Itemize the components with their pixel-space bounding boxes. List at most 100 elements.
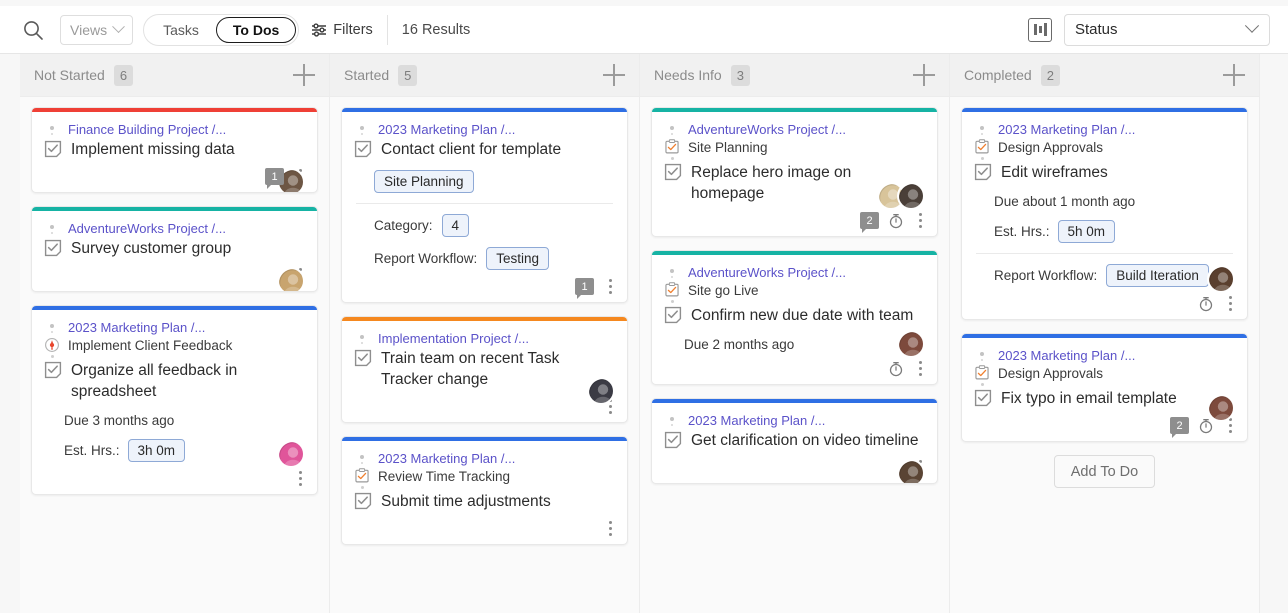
todo-card[interactable]: Implementation Project /... Train team on… xyxy=(341,316,628,423)
card-menu-icon[interactable] xyxy=(913,360,927,378)
todo-card[interactable]: Finance Building Project /... Implement m… xyxy=(31,107,318,193)
board-view-icon[interactable] xyxy=(1028,17,1052,42)
todo-card[interactable]: 2023 Marketing Plan /... Contact client f… xyxy=(341,107,628,303)
due-date-row: Due 2 months ago xyxy=(684,337,925,352)
assignee-avatars xyxy=(587,377,615,405)
comment-count-badge[interactable]: 2 xyxy=(1170,417,1189,438)
todo-checkbox-icon[interactable] xyxy=(664,163,682,181)
todo-checkbox-icon[interactable] xyxy=(354,140,372,158)
card-footer: 2 xyxy=(652,212,937,236)
todo-checkbox-icon[interactable] xyxy=(44,140,62,158)
project-breadcrumb-link[interactable]: 2023 Marketing Plan /... xyxy=(688,412,825,428)
hierarchy-dot-icon xyxy=(974,157,990,160)
avatar[interactable] xyxy=(277,267,305,291)
project-breadcrumb-link[interactable]: 2023 Marketing Plan /... xyxy=(68,319,205,335)
avatar[interactable] xyxy=(277,440,305,468)
card-menu-icon[interactable] xyxy=(1223,295,1237,313)
timer-icon[interactable] xyxy=(1198,296,1214,312)
card-menu-icon[interactable] xyxy=(293,470,307,488)
todo-checkbox-icon[interactable] xyxy=(44,361,62,379)
hierarchy-dots-icon xyxy=(664,412,680,426)
toolbar-right: Status xyxy=(1028,13,1270,46)
card-menu-icon[interactable] xyxy=(603,520,617,538)
timer-icon[interactable] xyxy=(888,361,904,377)
search-icon[interactable] xyxy=(22,19,44,41)
tab-to-dos[interactable]: To Dos xyxy=(215,16,297,43)
estimated-hours-row: Est. Hrs.: 5h 0m xyxy=(994,220,1235,243)
tab-tasks[interactable]: Tasks xyxy=(146,17,216,43)
task-icon xyxy=(974,365,990,381)
tag-pill[interactable]: Site Planning xyxy=(374,170,474,193)
todo-card[interactable]: AdventureWorks Project /... Site Planning… xyxy=(651,107,938,237)
comment-count-badge[interactable]: 1 xyxy=(575,278,594,299)
custom-field-value[interactable]: Build Iteration xyxy=(1106,264,1209,287)
add-card-icon[interactable] xyxy=(913,64,935,86)
todo-checkbox-icon[interactable] xyxy=(354,492,372,510)
avatar[interactable] xyxy=(587,377,615,405)
comment-count-badge[interactable]: 1 xyxy=(265,168,284,189)
add-card-icon[interactable] xyxy=(1223,64,1245,86)
column-count-badge: 6 xyxy=(113,64,134,86)
avatar[interactable] xyxy=(897,182,925,210)
card-footer xyxy=(652,459,937,483)
todo-card[interactable]: 2023 Marketing Plan /... Review Time Trac… xyxy=(341,436,628,545)
card-footer xyxy=(652,360,937,384)
hierarchy-dots-icon xyxy=(974,121,990,135)
todo-checkbox-icon[interactable] xyxy=(664,306,682,324)
parent-task-label: Review Time Tracking xyxy=(378,468,511,484)
add-to-do-button[interactable]: Add To Do xyxy=(1053,455,1156,488)
card-divider xyxy=(976,253,1233,254)
card-divider xyxy=(356,203,613,204)
hierarchy-dot-icon xyxy=(664,157,680,160)
project-breadcrumb-link[interactable]: 2023 Marketing Plan /... xyxy=(998,121,1135,137)
custom-field-value[interactable]: 4 xyxy=(441,214,470,237)
custom-field-value[interactable]: Testing xyxy=(486,247,550,270)
todo-card[interactable]: AdventureWorks Project /... Site go Live C… xyxy=(651,250,938,385)
project-breadcrumb-link[interactable]: AdventureWorks Project /... xyxy=(688,264,846,280)
project-breadcrumb-link[interactable]: 2023 Marketing Plan /... xyxy=(378,450,515,466)
todo-checkbox-icon[interactable] xyxy=(664,431,682,449)
status-select-value: Status xyxy=(1075,21,1118,38)
todo-checkbox-icon[interactable] xyxy=(974,163,992,181)
avatar[interactable] xyxy=(897,459,925,483)
avatar[interactable] xyxy=(1207,265,1235,293)
results-count: 16 Results xyxy=(401,21,471,38)
estimated-hours-value[interactable]: 5h 0m xyxy=(1057,220,1116,243)
todo-checkbox-icon[interactable] xyxy=(354,349,372,367)
todo-card[interactable]: 2023 Marketing Plan /... Design Approvals… xyxy=(961,107,1248,320)
todo-title: Train team on recent Task Tracker change xyxy=(381,350,560,388)
add-card-icon[interactable] xyxy=(603,64,625,86)
todo-card[interactable]: 2023 Marketing Plan /... Get clarificatio… xyxy=(651,398,938,484)
project-breadcrumb-link[interactable]: Implementation Project /... xyxy=(378,330,529,346)
project-breadcrumb-link[interactable]: Finance Building Project /... xyxy=(68,121,226,137)
hierarchy-dots-icon xyxy=(44,220,60,234)
project-breadcrumb-link[interactable]: 2023 Marketing Plan /... xyxy=(998,347,1135,363)
estimated-hours-value[interactable]: 3h 0m xyxy=(127,439,186,462)
card-footer xyxy=(962,295,1247,319)
todo-checkbox-icon[interactable] xyxy=(44,239,62,257)
views-dropdown[interactable]: Views xyxy=(60,14,134,45)
project-breadcrumb-link[interactable]: AdventureWorks Project /... xyxy=(688,121,846,137)
timer-icon[interactable] xyxy=(888,213,904,229)
todo-title: Get clarification on video timeline xyxy=(691,432,919,449)
card-menu-icon[interactable] xyxy=(603,278,617,296)
custom-field-label: Report Workflow: xyxy=(374,251,478,266)
project-breadcrumb-link[interactable]: 2023 Marketing Plan /... xyxy=(378,121,515,137)
comment-count-badge[interactable]: 2 xyxy=(860,212,879,233)
hierarchy-dots-icon xyxy=(44,319,60,333)
hierarchy-dots-icon xyxy=(664,264,680,278)
add-card-icon[interactable] xyxy=(293,64,315,86)
status-select[interactable]: Status xyxy=(1064,13,1270,46)
card-menu-icon[interactable] xyxy=(913,212,927,230)
todo-card[interactable]: AdventureWorks Project /... Survey custom… xyxy=(31,206,318,292)
filters-icon xyxy=(311,22,327,38)
todo-checkbox-icon[interactable] xyxy=(974,389,992,407)
kanban-column: Not Started 6 Finance Building Project /..… xyxy=(20,54,330,613)
parent-task-label: Design Approvals xyxy=(998,365,1104,381)
todo-card[interactable]: 2023 Marketing Plan /... Design Approvals… xyxy=(961,333,1248,442)
avatar[interactable] xyxy=(1207,394,1235,422)
todo-card[interactable]: 2023 Marketing Plan /... Implement Client… xyxy=(31,305,318,495)
avatar[interactable] xyxy=(897,330,925,358)
project-breadcrumb-link[interactable]: AdventureWorks Project /... xyxy=(68,220,226,236)
filters-button[interactable]: Filters xyxy=(311,22,386,38)
